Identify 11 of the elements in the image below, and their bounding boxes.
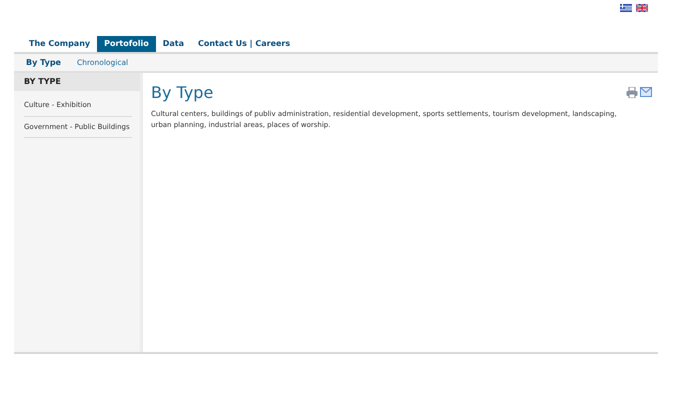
print-icon[interactable] (626, 87, 638, 98)
nav-tab[interactable]: The Company (22, 36, 98, 52)
flag-icon[interactable] (620, 4, 632, 12)
mail-icon[interactable] (640, 87, 652, 97)
nav-tab[interactable]: Contact Us | Careers (190, 36, 298, 52)
flag-icon[interactable] (636, 4, 648, 12)
sidebar-heading: BY TYPE (14, 73, 140, 91)
sub-tab[interactable]: By Type (26, 56, 61, 68)
nav-tab[interactable]: Portofolio (97, 36, 156, 52)
page-title: By Type (151, 83, 214, 103)
nav-tab[interactable]: Data (156, 36, 191, 52)
